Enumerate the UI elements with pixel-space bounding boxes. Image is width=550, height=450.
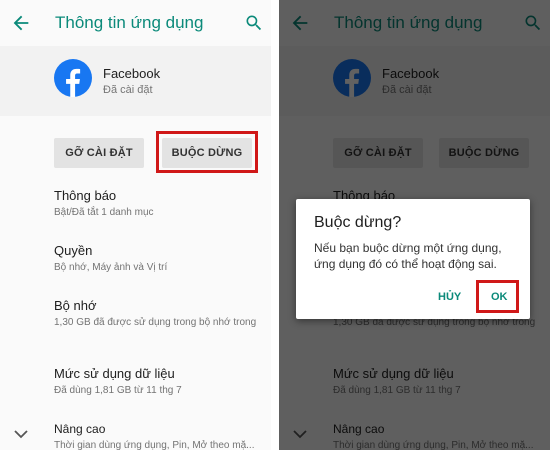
setting-item-storage[interactable]: Bộ nhớ 1,30 GB đã được sử dụng trong bộ … <box>54 298 266 329</box>
app-header: Facebook Đã cài đặt <box>0 46 271 116</box>
item-title: Nâng cao <box>54 422 106 436</box>
page-title: Thông tin ứng dụng <box>55 13 204 32</box>
item-title: Thông báo <box>54 188 117 203</box>
force-stop-highlight <box>156 131 258 173</box>
setting-item-notifications[interactable]: Thông báo Bật/Đã tắt 1 danh mục <box>54 188 266 219</box>
item-title: Mức sử dụng dữ liệu <box>54 366 175 381</box>
panel-divider <box>271 0 279 450</box>
app-bar: Thông tin ứng dụng <box>0 0 271 46</box>
setting-item-permissions[interactable]: Quyền Bộ nhớ, Máy ảnh và Vị trí <box>54 243 266 274</box>
item-subtitle: Bật/Đã tắt 1 danh mục <box>54 207 154 218</box>
ok-button-highlight <box>476 280 519 313</box>
chevron-down-icon[interactable] <box>13 428 29 440</box>
item-subtitle: Đã dùng 1,81 GB từ 11 thg 7 <box>54 385 182 396</box>
item-title: Bộ nhớ <box>54 298 97 313</box>
item-subtitle: 1,30 GB đã được sử dụng trong bộ nhớ tro… <box>54 317 257 328</box>
dialog-title: Buộc dừng? <box>314 214 402 231</box>
item-title: Quyền <box>54 243 93 258</box>
item-subtitle: Thời gian dùng ứng dụng, Pin, Mở theo mặ… <box>54 440 255 450</box>
setting-item-data-usage[interactable]: Mức sử dụng dữ liệu Đã dùng 1,81 GB từ 1… <box>54 366 266 397</box>
setting-item-advanced[interactable]: Nâng cao Thời gian dùng ứng dụng, Pin, M… <box>54 421 266 450</box>
app-name: Facebook <box>103 66 161 81</box>
dialog-cancel-button[interactable]: HỦY <box>438 291 461 303</box>
item-subtitle: Bộ nhớ, Máy ảnh và Vị trí <box>54 262 168 273</box>
search-icon[interactable] <box>244 13 264 33</box>
dialog-message: Nếu bạn buộc dừng một ứng dụng, ứng dụng… <box>314 241 502 271</box>
facebook-icon <box>54 59 92 97</box>
back-arrow-icon[interactable] <box>10 12 32 34</box>
app-info-screen: Thông tin ứng dụng Facebook Đã cài đặt G… <box>0 0 271 450</box>
app-install-status: Đã cài đặt <box>103 84 153 96</box>
uninstall-button[interactable]: GỠ CÀI ĐẶT <box>54 138 144 168</box>
